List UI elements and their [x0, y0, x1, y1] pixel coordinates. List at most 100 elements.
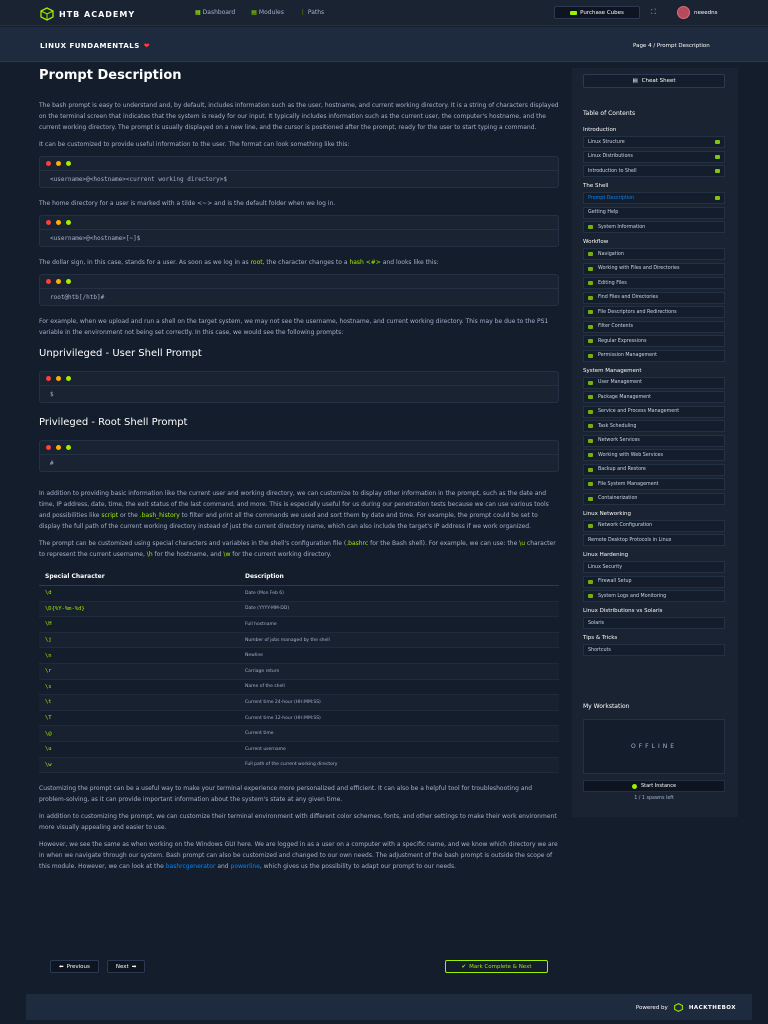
code-text: <username>@<hostname>[~]$	[50, 235, 141, 242]
powerline-link[interactable]: powerline	[231, 863, 260, 870]
cheat-sheet-label: Cheat Sheet	[641, 78, 676, 84]
section-type-icon	[588, 453, 593, 457]
toc-item[interactable]: User Management	[583, 376, 725, 389]
paragraph: The bash prompt is easy to understand an…	[39, 102, 559, 131]
toc-item[interactable]: Filter Contents	[583, 320, 725, 333]
toc-item[interactable]: Prompt Description	[583, 192, 725, 204]
special-character-cell: \w	[39, 757, 239, 774]
section-type-icon	[588, 424, 593, 428]
paragraph: The home directory for a user is marked …	[39, 200, 336, 207]
green-dot-icon	[66, 445, 71, 450]
top-nav: ▦ Dashboard ▤ Modules ⋮ Paths	[195, 9, 324, 16]
toc-item[interactable]: Shortcuts	[583, 644, 725, 656]
toc-item[interactable]: Editing Files	[583, 277, 725, 289]
toc-item[interactable]: Permission Management	[583, 349, 725, 362]
toc-item[interactable]: Regular Expressions	[583, 335, 725, 347]
inline-code: root	[250, 259, 263, 266]
section-type-icon	[588, 523, 593, 528]
toc-item-label: Firewall Setup	[598, 579, 632, 584]
toc-item[interactable]: System Logs and Monitoring	[583, 590, 725, 602]
cheat-sheet-button[interactable]: ▤ Cheat Sheet	[583, 74, 725, 88]
toc-item[interactable]: Linux Security	[583, 561, 725, 573]
toc-item[interactable]: Find Files and Directories	[583, 291, 725, 304]
table-row: \H Full hostname	[39, 616, 559, 633]
toc-item[interactable]: Working with Web Services	[583, 449, 725, 461]
table-of-contents: Introduction Linux Structure Linux Distrib…	[583, 121, 725, 659]
toc-item[interactable]: System Information	[583, 221, 725, 233]
toc-item[interactable]: Working with Files and Directories	[583, 262, 725, 275]
description-cell: Newline	[239, 647, 559, 664]
toc-item[interactable]: Backup and Restore	[583, 463, 725, 476]
table-row: \j Number of jobs managed by the shell	[39, 632, 559, 649]
toc-item[interactable]: Task Scheduling	[583, 420, 725, 432]
code-block: #	[39, 440, 559, 472]
htb-academy-logo[interactable]: HTB ACADEMY	[40, 7, 135, 21]
toc-item[interactable]: Containerization	[583, 492, 725, 505]
nav-paths[interactable]: ⋮ Paths	[300, 9, 324, 16]
table-header-row: Special Character Description	[39, 568, 559, 586]
top-navbar: HTB ACADEMY ▦ Dashboard ▤ Modules ⋮ Paths P…	[0, 0, 768, 26]
fullscreen-icon[interactable]: ⛶	[651, 8, 656, 17]
toc-item[interactable]: File Descriptors and Redirections	[583, 306, 725, 318]
toc-item-label: User Management	[598, 380, 643, 385]
toc-item[interactable]: Getting Help	[583, 206, 725, 219]
modules-icon: ▤	[251, 9, 257, 16]
section-type-icon	[588, 496, 593, 501]
toc-item[interactable]: Remote Desktop Protocols in Linux	[583, 534, 725, 546]
complete-label: Mark Complete & Next	[469, 963, 532, 970]
special-characters-table: Special Character Description \d Date (Mo…	[39, 568, 559, 774]
toc-section-title: Linux Distributions vs Solaris	[583, 608, 663, 614]
table-body: \d Date (Mon Feb 6) \D{%Y-%m-%d} Date (YYYY…	[39, 585, 559, 774]
toc-item[interactable]: File System Management	[583, 478, 725, 490]
toc-item[interactable]: Linux Structure	[583, 136, 725, 148]
module-title[interactable]: LINUX FUNDAMENTALS ❤	[40, 42, 150, 50]
check-icon: ✔	[461, 963, 467, 970]
user-menu[interactable]: neeedns	[677, 6, 717, 19]
toc-item[interactable]: Network Services	[583, 434, 725, 447]
description-cell: Name of the shell	[239, 679, 559, 696]
toc-item-label: Filter Contents	[598, 324, 633, 329]
paragraph: Customizing the prompt can be a useful w…	[39, 785, 533, 804]
toc-item[interactable]: Package Management	[583, 391, 725, 403]
previous-button[interactable]: ⬅ Previous	[50, 960, 99, 973]
next-button[interactable]: Next ➡	[106, 960, 146, 973]
window-dots	[40, 216, 558, 230]
heart-icon[interactable]: ❤	[144, 42, 150, 50]
green-dot-icon	[66, 376, 71, 381]
purchase-cubes-button[interactable]: Purchase Cubes	[554, 6, 640, 19]
special-character-cell: \n	[39, 647, 239, 664]
start-label: Start Instance	[640, 783, 677, 789]
toc-item[interactable]: Linux Distributions	[583, 150, 725, 163]
toc-item-label: Task Scheduling	[598, 423, 637, 429]
toc-item[interactable]: Navigation	[583, 248, 725, 260]
toc-item[interactable]: Service and Process Management	[583, 405, 725, 418]
yellow-dot-icon	[56, 376, 61, 381]
inline-code: .bash_history	[139, 512, 180, 519]
red-dot-icon	[46, 279, 51, 284]
code-text: root@htb[/htb]#	[50, 294, 105, 301]
username: neeedns	[694, 9, 718, 16]
toc-item[interactable]: Firewall Setup	[583, 575, 725, 588]
start-instance-button[interactable]: Start Instance	[583, 780, 725, 792]
toc-section-title: Tips & Tricks	[583, 635, 618, 641]
inline-code: script	[101, 512, 119, 519]
toc-section-title: Linux Hardening	[583, 552, 629, 558]
mark-complete-button[interactable]: ✔ Mark Complete & Next	[445, 960, 548, 973]
table-row: \r Carriage return	[39, 663, 559, 680]
special-character-cell: \t	[39, 694, 239, 711]
nav-dashboard[interactable]: ▦ Dashboard	[195, 9, 235, 16]
nav-paths-label: Paths	[307, 9, 325, 16]
nav-modules[interactable]: ▤ Modules	[251, 9, 284, 16]
toc-item[interactable]: Introduction to Shell	[583, 165, 725, 177]
toc-item-label: Solaris	[588, 620, 605, 626]
special-character-cell: \@	[39, 725, 239, 742]
red-dot-icon	[46, 376, 51, 381]
module-name: LINUX FUNDAMENTALS	[40, 42, 140, 50]
toc-item-label: Linux Security	[588, 564, 623, 570]
toc-section-title: Linux Networking	[583, 510, 632, 517]
special-character-cell: \T	[39, 710, 239, 727]
hackthebox-brand[interactable]: HACKTHEBOX	[689, 1005, 736, 1011]
toc-item[interactable]: Solaris	[583, 617, 725, 629]
toc-item[interactable]: Network Configuration	[583, 519, 725, 532]
bashrcgenerator-link[interactable]: bashrcgenerator	[166, 863, 216, 870]
